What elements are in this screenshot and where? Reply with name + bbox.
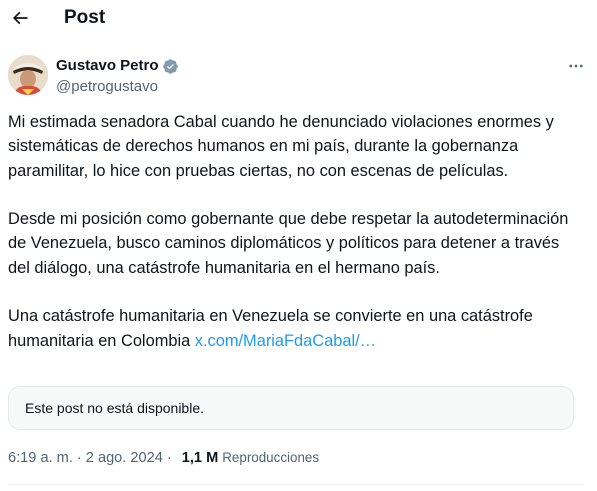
unavailable-notice: Este post no está disponible. bbox=[25, 400, 205, 416]
post-text: Mi estimada senadora Cabal cuando he den… bbox=[8, 110, 583, 353]
more-horizontal-icon bbox=[569, 64, 583, 68]
avatar-image bbox=[8, 55, 48, 95]
post-paragraph: Mi estimada senadora Cabal cuando he den… bbox=[8, 113, 554, 180]
quoted-post-unavailable[interactable]: Este post no está disponible. bbox=[8, 386, 574, 430]
post-time[interactable]: 6:19 a. m. bbox=[8, 449, 73, 467]
author-row: Gustavo Petro @petrogustavo bbox=[8, 53, 589, 97]
post-header: Post bbox=[0, 0, 597, 38]
divider bbox=[8, 484, 583, 485]
verified-badge-icon[interactable] bbox=[162, 58, 179, 75]
post-paragraph: Una catástrofe humanitaria en Venezuela … bbox=[8, 304, 583, 353]
views-label: Reproducciones bbox=[222, 450, 320, 465]
page-title: Post bbox=[64, 7, 106, 28]
avatar[interactable] bbox=[8, 55, 48, 95]
arrow-left-icon bbox=[12, 11, 28, 25]
views-count[interactable]: 1,1 M bbox=[182, 449, 219, 467]
post-link[interactable]: x.com/MariaFdaCabal/… bbox=[195, 332, 376, 350]
author-handle[interactable]: @petrogustavo bbox=[56, 78, 158, 96]
post-meta: 6:19 a. m. · 2 ago. 2024 · 1,1 M Reprodu… bbox=[8, 449, 319, 467]
post-paragraph: Desde mi posición como gobernante que de… bbox=[8, 210, 569, 277]
post-date[interactable]: 2 ago. 2024 bbox=[86, 449, 163, 467]
meta-separator: · bbox=[166, 450, 172, 466]
more-options-button[interactable] bbox=[565, 57, 587, 75]
author-name-row: Gustavo Petro bbox=[56, 57, 179, 75]
back-button[interactable] bbox=[8, 6, 32, 30]
author-name[interactable]: Gustavo Petro bbox=[56, 57, 159, 75]
meta-separator: · bbox=[76, 450, 82, 466]
